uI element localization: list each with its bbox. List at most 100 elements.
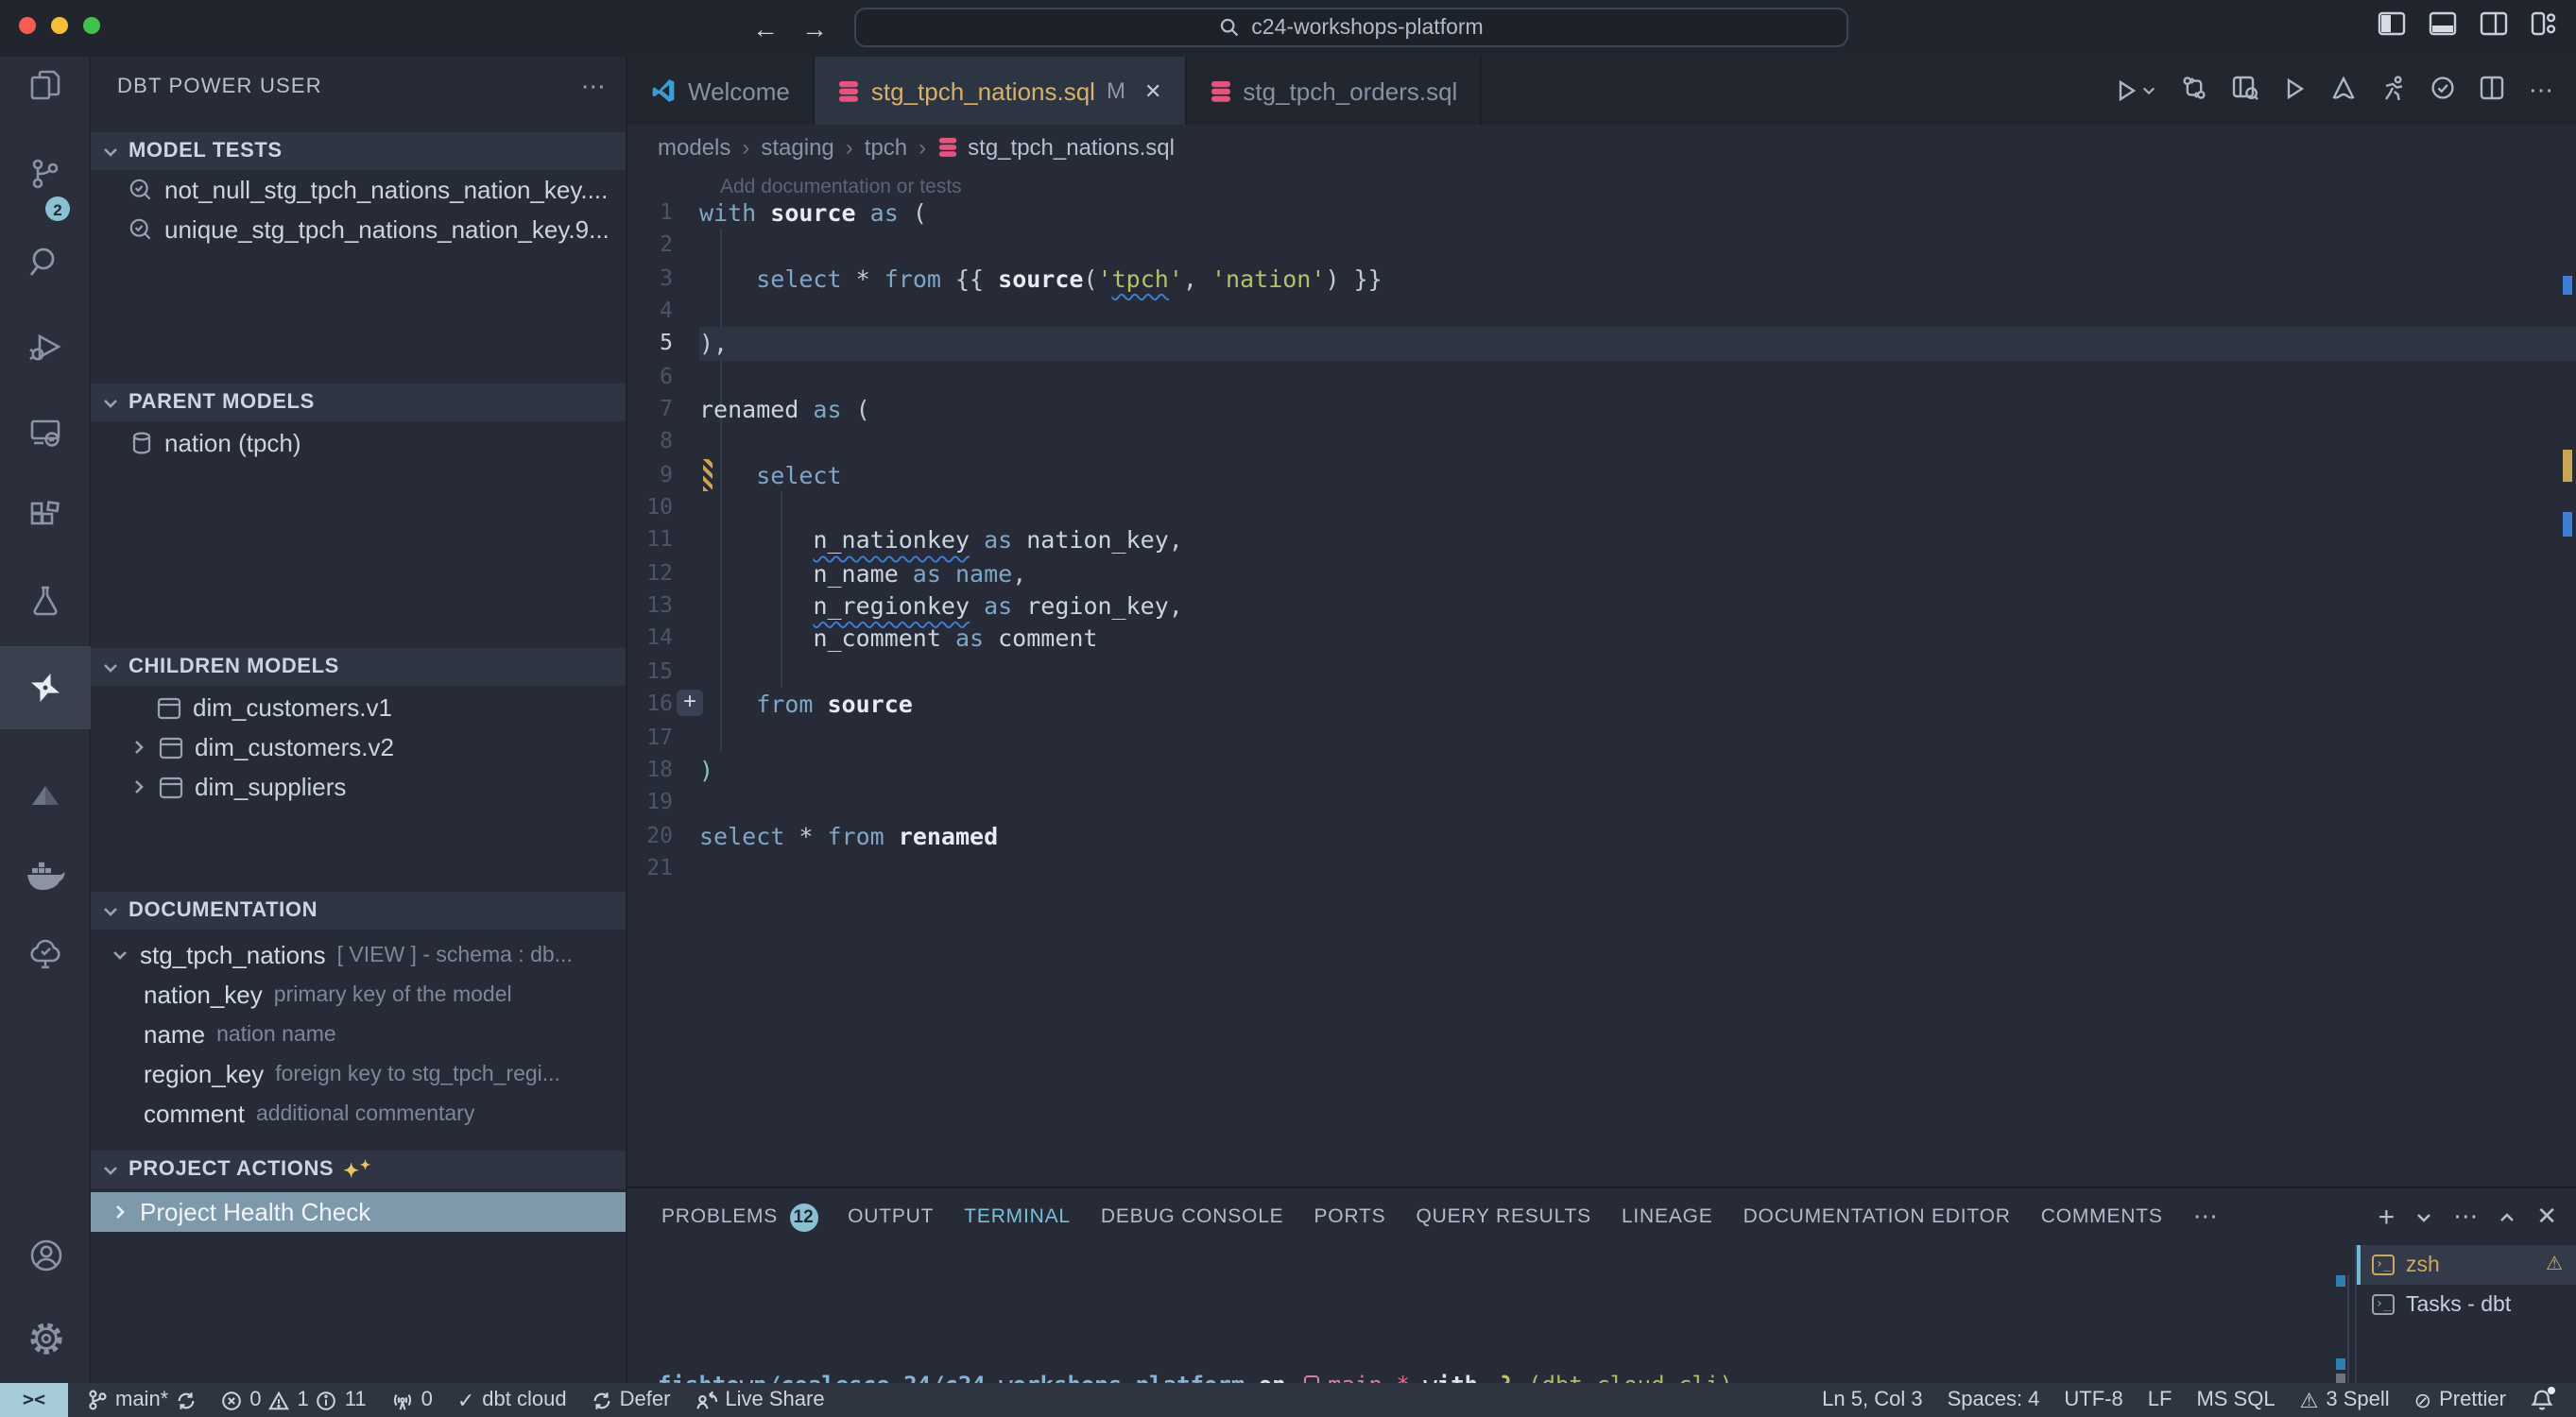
code-line[interactable]: 19 [627, 786, 2576, 819]
code-line[interactable]: 9 select [627, 459, 2576, 492]
tab-ports[interactable]: PORTS [1314, 1205, 1386, 1228]
tab-stg-tpch-nations[interactable]: stg_tpch_nations.sql M ✕ [815, 57, 1187, 125]
doc-column-row[interactable]: region_key foreign key to stg_tpch_regi.… [91, 1054, 626, 1094]
panel-tabs-overflow-icon[interactable]: ⋯ [2193, 1202, 2219, 1232]
section-documentation[interactable]: DOCUMENTATION [91, 892, 626, 930]
dbt-cloud-status[interactable]: ✓dbt cloud [457, 1388, 567, 1412]
spell-checker-status[interactable]: ⚠3 Spell [2300, 1388, 2390, 1412]
doc-column-row[interactable]: name nation name [91, 1015, 626, 1054]
add-line-action-button[interactable]: + [677, 690, 703, 716]
terminal-dropdown-icon[interactable] [2415, 1203, 2432, 1231]
tab-comments[interactable]: COMMENTS [2041, 1205, 2163, 1228]
search-view-icon[interactable] [23, 240, 68, 285]
toggle-panel-icon[interactable] [2429, 11, 2457, 45]
compare-icon[interactable] [2181, 76, 2207, 106]
toggle-sidebar-icon[interactable] [2378, 11, 2406, 45]
terminal-scrollbar[interactable] [2347, 1275, 2349, 1392]
problems-status[interactable]: 0 1 11 [221, 1389, 366, 1411]
accounts-icon[interactable] [23, 1232, 68, 1277]
tab-lineage[interactable]: LINEAGE [1622, 1205, 1713, 1228]
tab-documentation-editor[interactable]: DOCUMENTATION EDITOR [1743, 1205, 2011, 1228]
parent-model-item[interactable]: nation (tpch) [91, 423, 626, 463]
minimize-window-button[interactable] [51, 17, 68, 34]
notifications-bell[interactable] [2531, 1389, 2553, 1411]
code-line[interactable]: 10 [627, 491, 2576, 524]
more-actions-icon[interactable]: ⋯ [2529, 76, 2553, 106]
encoding-status[interactable]: UTF-8 [2064, 1389, 2122, 1411]
code-line[interactable]: 1with source as ( [627, 196, 2576, 230]
project-health-check-row[interactable]: Project Health Check [91, 1192, 626, 1232]
prettier-status[interactable]: ⊘Prettier [2414, 1388, 2506, 1412]
new-terminal-icon[interactable]: + [2379, 1201, 2396, 1233]
panel-more-icon[interactable]: ⋯ [2453, 1202, 2478, 1232]
extensions-icon[interactable] [23, 493, 68, 538]
eol-status[interactable]: LF [2148, 1389, 2172, 1411]
code-line[interactable]: 2 [627, 230, 2576, 263]
dbt-build-icon[interactable] [2330, 76, 2357, 106]
execute-sql-dropdown-icon[interactable] [2115, 79, 2156, 102]
section-parent-models[interactable]: PARENT MODELS [91, 384, 626, 421]
doc-column-row[interactable]: nation_key primary key of the model [91, 975, 626, 1015]
git-branch-status[interactable]: main* [87, 1389, 197, 1411]
tab-query-results[interactable]: QUERY RESULTS [1416, 1205, 1590, 1228]
code-line[interactable]: 20select * from renamed [627, 819, 2576, 852]
section-children-models[interactable]: CHILDREN MODELS [91, 648, 626, 686]
run-debug-icon[interactable] [23, 325, 68, 370]
code-line[interactable]: 12 n_name as name, [627, 557, 2576, 590]
testing-icon[interactable] [23, 578, 68, 623]
run-tests-icon[interactable] [2381, 75, 2406, 107]
code-line[interactable]: 16 from source [627, 688, 2576, 721]
code-line[interactable]: 11 n_nationkey as nation_key, [627, 524, 2576, 557]
tree-check-icon[interactable] [23, 931, 68, 977]
section-project-actions[interactable]: PROJECT ACTIONS ✦✦ [91, 1151, 626, 1188]
sidebar-more-actions-icon[interactable]: ⋯ [581, 72, 607, 102]
zoom-window-button[interactable] [83, 17, 100, 34]
breadcrumb-item[interactable]: tpch [865, 134, 907, 161]
run-icon[interactable] [2283, 77, 2306, 105]
close-window-button[interactable] [19, 17, 36, 34]
docker-icon[interactable] [23, 852, 68, 897]
close-tab-icon[interactable]: ✕ [1144, 78, 1161, 103]
code-line[interactable]: 7renamed as ( [627, 393, 2576, 426]
code-line[interactable]: 3 select * from {{ source('tpch', 'natio… [627, 262, 2576, 295]
tab-output[interactable]: OUTPUT [848, 1205, 934, 1228]
remote-indicator[interactable]: >< [0, 1383, 68, 1417]
source-control-icon[interactable] [23, 151, 68, 196]
code-line[interactable]: 8 [627, 426, 2576, 459]
code-line[interactable]: 14 n_comment as comment [627, 623, 2576, 656]
tab-problems[interactable]: PROBLEMS12 [661, 1203, 817, 1231]
doc-model-row[interactable]: stg_tpch_nations [ VIEW ] - schema : db.… [91, 935, 626, 975]
tab-welcome[interactable]: Welcome [627, 57, 815, 125]
code-line[interactable]: 13 n_regionkey as region_key, [627, 589, 2576, 623]
breadcrumb-item[interactable]: models [658, 134, 730, 161]
tab-debug-console[interactable]: DEBUG CONSOLE [1101, 1205, 1284, 1228]
history-back-button[interactable]: ← [752, 13, 779, 43]
cursor-position-status[interactable]: Ln 5, Col 3 [1822, 1389, 1922, 1411]
defer-status[interactable]: Defer [592, 1389, 671, 1411]
toggle-secondary-sidebar-icon[interactable] [2480, 11, 2508, 45]
split-editor-icon[interactable] [2480, 76, 2504, 106]
model-test-item[interactable]: unique_stg_tpch_nations_nation_key.9... [91, 210, 626, 249]
customize-layout-icon[interactable] [2531, 11, 2557, 45]
child-model-item[interactable]: dim_suppliers [91, 767, 626, 807]
explorer-icon[interactable] [23, 62, 68, 108]
code-line[interactable]: 21 [627, 852, 2576, 885]
child-model-item[interactable]: dim_customers.v1 [91, 688, 626, 727]
code-line[interactable]: 4 [627, 295, 2576, 328]
history-forward-button[interactable]: → [801, 13, 828, 43]
code-line[interactable]: 18) [627, 754, 2576, 787]
maximize-panel-icon[interactable] [2499, 1203, 2516, 1231]
code-line[interactable]: 15 [627, 656, 2576, 689]
query-preview-icon[interactable] [2232, 76, 2258, 106]
mountain-ext-icon[interactable] [23, 773, 68, 818]
tab-terminal[interactable]: TERMINAL [964, 1205, 1071, 1228]
breadcrumb-file[interactable]: stg_tpch_nations.sql [937, 134, 1175, 161]
child-model-item[interactable]: dim_customers.v2 [91, 727, 626, 767]
command-center-search[interactable]: c24-workshops-platform [854, 8, 1848, 47]
model-test-item[interactable]: not_null_stg_tpch_nations_nation_key.... [91, 170, 626, 210]
validate-check-icon[interactable] [2430, 76, 2455, 106]
live-share-status[interactable]: Live Share [695, 1389, 824, 1411]
doc-column-row[interactable]: comment additional commentary [91, 1094, 626, 1134]
ports-status[interactable]: 0 [391, 1389, 433, 1411]
tab-stg-tpch-orders[interactable]: stg_tpch_orders.sql [1186, 57, 1482, 125]
